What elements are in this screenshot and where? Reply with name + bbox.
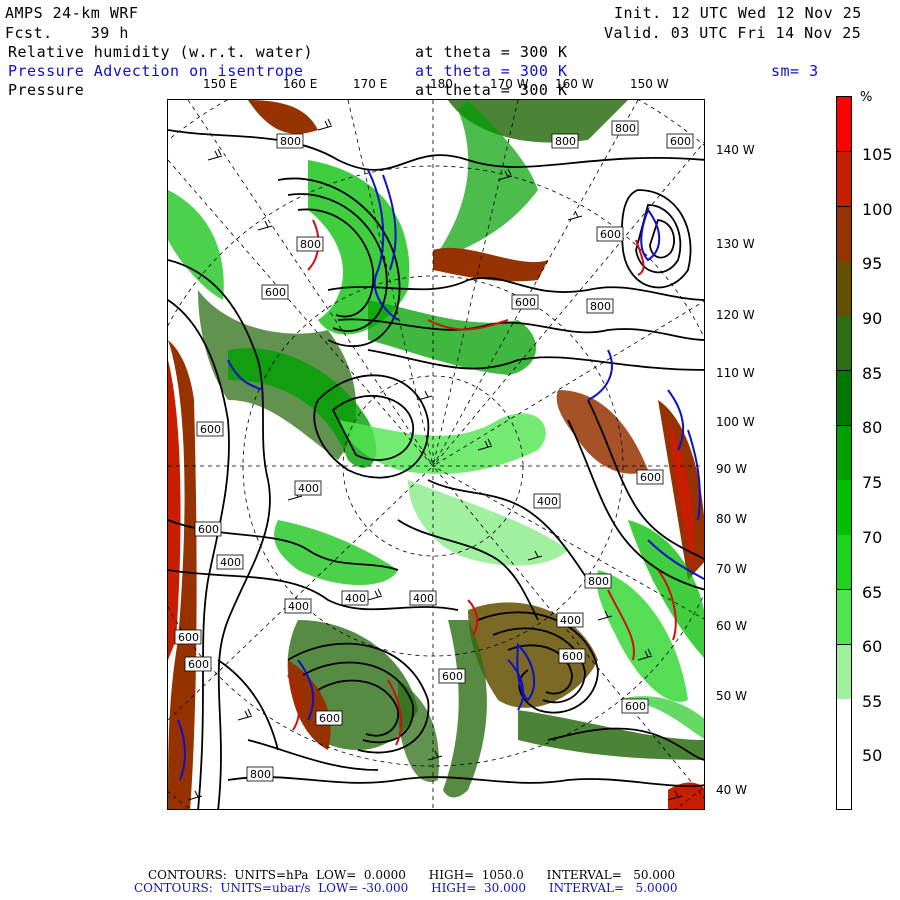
contour-label: 800 (300, 238, 321, 251)
contour-label: 800 (555, 135, 576, 148)
colorbar-label: 60 (862, 637, 883, 656)
colorbar-label: 80 (862, 418, 883, 437)
contour-label: 600 (562, 650, 583, 663)
lat-label: 70 W (716, 562, 747, 576)
map-canvas: 800 800 800 600 800 600 600 600 800 600 … (168, 100, 704, 809)
contour-label: 600 (200, 423, 221, 436)
contour-label: 400 (537, 495, 558, 508)
field-rh-label: Relative humidity (w.r.t. water) (8, 43, 313, 61)
contour-label: 600 (625, 700, 646, 713)
colorbar-label: 85 (862, 364, 883, 383)
humidity-colorbar (836, 96, 852, 810)
contour-label: 600 (670, 135, 691, 148)
colorbar-label: 100 (862, 200, 893, 219)
contour-label: 800 (588, 575, 609, 588)
contour-label: 400 (345, 592, 366, 605)
lon-label: 170 W (490, 77, 529, 91)
contour-label: 600 (600, 228, 621, 241)
field-advection-label: Pressure Advection on isentrope (8, 62, 304, 80)
field-pressure-label: Pressure (8, 81, 85, 99)
colorbar-label: 95 (862, 254, 883, 273)
map-panel: 800 800 800 600 800 600 600 600 800 600 … (167, 99, 705, 810)
lat-label: 80 W (716, 512, 747, 526)
contour-label: 800 (590, 300, 611, 313)
lon-label: 180 (430, 77, 453, 91)
contour-label: 400 (220, 556, 241, 569)
colorbar-segment (837, 370, 851, 427)
init-time: Init. 12 UTC Wed 12 Nov 25 (614, 4, 862, 22)
contour-label: 600 (178, 631, 199, 644)
colorbar-segment (837, 480, 851, 536)
lat-label: 60 W (716, 619, 747, 633)
lat-label: 100 W (716, 415, 755, 429)
model-title: AMPS 24-km WRF (5, 4, 139, 22)
contour-label: 600 (319, 712, 340, 725)
colorbar-segment (837, 699, 851, 755)
lat-label: 130 W (716, 237, 755, 251)
contour-label: 400 (288, 600, 309, 613)
valid-time: Valid. 03 UTC Fri 14 Nov 25 (604, 24, 862, 42)
contour-label: 800 (615, 122, 636, 135)
colorbar-segment (837, 206, 851, 262)
lat-label: 40 W (716, 783, 747, 797)
lon-label: 170 E (353, 77, 388, 91)
contour-label: 400 (560, 614, 581, 627)
lon-label: 160 W (555, 77, 594, 91)
colorbar-segment (837, 644, 851, 700)
lon-label: 160 E (283, 77, 318, 91)
colorbar-segment (837, 535, 851, 591)
colorbar-segment (837, 151, 851, 208)
field-rh-level: at theta = 300 K (415, 43, 568, 61)
colorbar-label: 65 (862, 583, 883, 602)
contour-label: 600 (265, 286, 286, 299)
colorbar-label: 70 (862, 528, 883, 547)
lat-label: 110 W (716, 366, 755, 380)
contour-label: 600 (442, 670, 463, 683)
lon-label: 150 E (203, 77, 238, 91)
colorbar-label: 75 (862, 473, 883, 492)
lat-label: 90 W (716, 462, 747, 476)
contour-label: 600 (515, 296, 536, 309)
lat-label: 120 W (716, 308, 755, 322)
contour-label: 800 (250, 768, 271, 781)
smoothing-label: sm= 3 (771, 62, 819, 80)
colorbar-segment (837, 97, 851, 153)
colorbar-unit: % (860, 90, 873, 105)
colorbar-label: 90 (862, 309, 883, 328)
colorbar-label: 55 (862, 692, 883, 711)
lat-label: 140 W (716, 143, 755, 157)
footer-advection-contours: CONTOURS: UNITS=ubar/s LOW= -30.000 HIGH… (134, 881, 678, 895)
contour-label: 400 (413, 592, 434, 605)
forecast-hour: Fcst. 39 h (5, 24, 129, 42)
colorbar-segment (837, 589, 851, 646)
footer-pressure-contours: CONTOURS: UNITS=hPa LOW= 0.0000 HIGH= 10… (148, 868, 676, 882)
lat-label: 50 W (716, 689, 747, 703)
contour-label: 400 (298, 482, 319, 495)
colorbar-segment (837, 754, 851, 810)
contour-label: 600 (640, 471, 661, 484)
colorbar-label: 50 (862, 746, 883, 765)
contour-label: 600 (198, 523, 219, 536)
colorbar-segment (837, 261, 851, 317)
lon-label: 150 W (630, 77, 669, 91)
contour-label: 600 (188, 658, 209, 671)
colorbar-label: 105 (862, 145, 893, 164)
colorbar-segment (837, 316, 851, 372)
colorbar-segment (837, 425, 851, 481)
contour-label: 800 (280, 135, 301, 148)
